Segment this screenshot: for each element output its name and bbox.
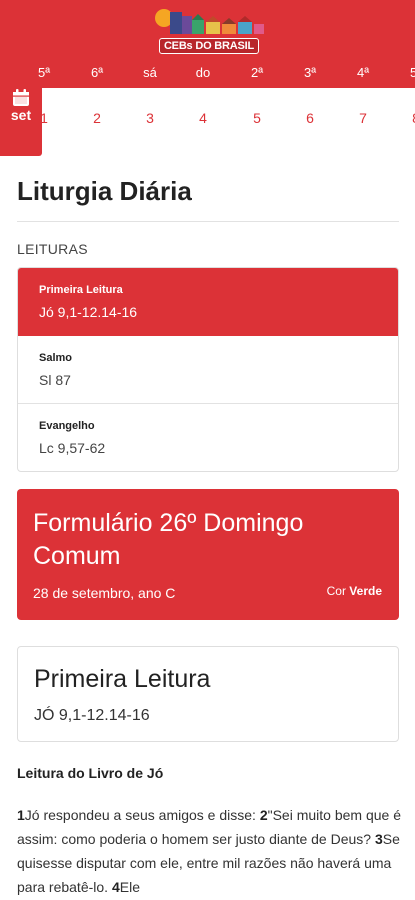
reading-name: Evangelho xyxy=(39,420,95,432)
verse-number: 1 xyxy=(17,807,25,823)
color-value: Verde xyxy=(349,584,382,598)
reading-ref: Lc 9,57-62 xyxy=(39,440,106,456)
reading-reference: JÓ 9,1-12.14-16 xyxy=(34,707,150,724)
weekday-label[interactable]: 3ª xyxy=(290,65,330,80)
readings-list: Primeira Leitura Jó 9,1-12.14-16 Salmo S… xyxy=(17,267,399,472)
reading-ref: Sl 87 xyxy=(39,372,71,388)
app-header: CEBs DO BRASIL xyxy=(0,0,415,58)
verse-number: 4 xyxy=(111,879,120,895)
divider xyxy=(17,221,399,222)
book-title: Leitura do Livro de Jó xyxy=(17,765,164,781)
reading-title: Primeira Leitura xyxy=(34,665,211,693)
formulary-title: Formulário 26º Domingo Comum xyxy=(33,509,304,570)
liturgical-color: Cor Verde xyxy=(327,584,382,598)
weekday-label[interactable]: 5ª xyxy=(24,65,64,80)
verse-text: Ele xyxy=(119,879,140,895)
weekday-label[interactable]: 2ª xyxy=(237,65,277,80)
month-selector[interactable]: set xyxy=(0,84,42,156)
verse-number: 3 xyxy=(374,831,383,847)
logo-text: CEBs DO BRASIL xyxy=(159,38,259,54)
month-label: set xyxy=(10,107,32,123)
calendar-icon xyxy=(13,89,29,106)
weekday-label[interactable]: 5ª xyxy=(396,65,415,80)
logo-houses-icon xyxy=(155,9,264,34)
readings-section-label: LEITURAS xyxy=(17,241,88,257)
date-number[interactable]: 2 xyxy=(77,110,117,126)
weekday-row: 5ª 6ª sá do 2ª 3ª 4ª 5ª xyxy=(0,58,415,88)
cebs-logo[interactable]: CEBs DO BRASIL xyxy=(150,4,265,54)
reading-item-primeira-leitura[interactable]: Primeira Leitura Jó 9,1-12.14-16 xyxy=(18,268,398,336)
reading-ref: Jó 9,1-12.14-16 xyxy=(39,304,138,320)
reading-header-card: Primeira Leitura JÓ 9,1-12.14-16 xyxy=(17,646,399,742)
weekday-label[interactable]: 6ª xyxy=(77,65,117,80)
date-number[interactable]: 3 xyxy=(130,110,170,126)
date-number[interactable]: 8 xyxy=(396,110,415,126)
date-number[interactable]: 5 xyxy=(237,110,277,126)
page-title: Liturgia Diária xyxy=(17,176,192,206)
reading-name: Primeira Leitura xyxy=(39,284,123,296)
reading-item-evangelho[interactable]: Evangelho Lc 9,57-62 xyxy=(18,404,398,471)
formulary-card[interactable]: Formulário 26º Domingo Comum 28 de setem… xyxy=(17,489,399,620)
verse-number: 2 xyxy=(259,807,268,823)
calendar-strip: 5ª 6ª sá do 2ª 3ª 4ª 5ª 1 2 3 4 5 6 7 8 … xyxy=(0,58,415,156)
verse-text: Jó respondeu a seus amigos e disse: xyxy=(24,807,260,823)
weekday-label[interactable]: do xyxy=(183,65,223,80)
reading-item-salmo[interactable]: Salmo Sl 87 xyxy=(18,336,398,404)
date-number[interactable]: 4 xyxy=(183,110,223,126)
date-row: 1 2 3 4 5 6 7 8 xyxy=(0,88,415,154)
weekday-label[interactable]: 4ª xyxy=(343,65,383,80)
weekday-label[interactable]: sá xyxy=(130,65,170,80)
color-label: Cor xyxy=(326,584,346,598)
formulary-date: 28 de setembro, ano C xyxy=(33,585,176,601)
reading-body: 1Jó respondeu a seus amigos e disse: 2"S… xyxy=(17,803,402,899)
reading-name: Salmo xyxy=(39,352,73,364)
date-number[interactable]: 6 xyxy=(290,110,330,126)
date-number[interactable]: 7 xyxy=(343,110,383,126)
